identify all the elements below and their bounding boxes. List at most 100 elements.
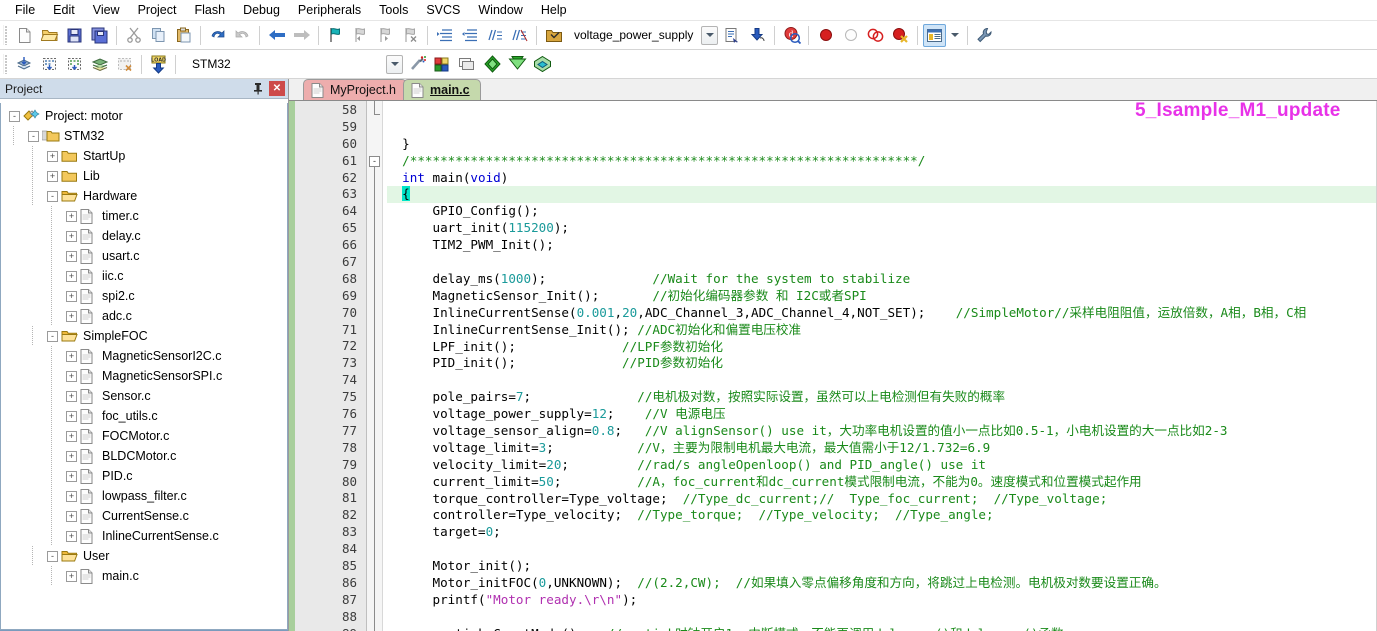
code-line[interactable]: voltage_limit=3; //V，主要为限制电机最大电流，最大值需小于1… (387, 440, 1377, 457)
tree-node-lib[interactable]: + Lib (1, 166, 287, 186)
tree-node-sensor-c[interactable]: + Sensor.c (1, 386, 287, 406)
save-all-icon[interactable] (88, 24, 111, 47)
code-line[interactable]: TIM2_PWM_Init(); (387, 237, 1377, 254)
tree-expand-toggle[interactable]: + (66, 410, 77, 422)
tree-expand-toggle[interactable]: + (66, 390, 77, 402)
enable-breakpoint-icon[interactable] (839, 24, 862, 47)
menu-item-help[interactable]: Help (532, 0, 576, 20)
tree-node-bldcmotor-c[interactable]: + BLDCMotor.c (1, 446, 287, 466)
tree-node-main-c[interactable]: + main.c (1, 566, 287, 586)
manage-project-items-icon[interactable] (431, 53, 454, 76)
code-line[interactable] (387, 609, 1377, 626)
project-tree[interactable]: - Project: motor - STM32 + StartUp + Lib - Hardwa… (0, 99, 288, 631)
kill-all-breakpoints-icon[interactable] (889, 24, 912, 47)
tree-node-timer-c[interactable]: + timer.c (1, 206, 287, 226)
code-line[interactable] (387, 372, 1377, 389)
undo-icon[interactable] (206, 24, 229, 47)
tree-expand-toggle[interactable]: + (66, 490, 77, 502)
menu-item-file[interactable]: File (6, 0, 44, 20)
download-to-flash-icon[interactable]: LOAD (147, 53, 170, 76)
tree-node-usart-c[interactable]: + usart.c (1, 246, 287, 266)
menu-item-project[interactable]: Project (129, 0, 186, 20)
open-file-icon[interactable] (38, 24, 61, 47)
tree-node-simplefoc[interactable]: - SimpleFOC (1, 326, 287, 346)
build-target-icon[interactable] (38, 53, 61, 76)
code-line[interactable]: current_limit=50; //A，foc_current和dc_cur… (387, 474, 1377, 491)
tree-node-project-motor[interactable]: - Project: motor (1, 106, 287, 126)
code-line[interactable]: Motor_initFOC(0,UNKNOWN); //(2.2,CW); //… (387, 575, 1377, 592)
toolbar-grip-2[interactable] (3, 54, 9, 74)
tree-node-spi2-c[interactable]: + spi2.c (1, 286, 287, 306)
stop-build-icon[interactable] (113, 53, 136, 76)
code-line[interactable]: GPIO_Config(); (387, 203, 1377, 220)
bookmark-next-icon[interactable] (374, 24, 397, 47)
project-target-combo[interactable]: voltage_power_supply (568, 24, 719, 46)
tree-node-startup[interactable]: + StartUp (1, 146, 287, 166)
select-software-packs-icon[interactable] (531, 53, 554, 76)
code-line[interactable]: systick_CountMode(); //systick时钟开启1ms中断模… (387, 626, 1377, 631)
tree-expand-toggle[interactable]: + (66, 470, 77, 482)
bookmark-prev-icon[interactable] (349, 24, 372, 47)
menu-item-view[interactable]: View (84, 0, 129, 20)
outdent-icon[interactable] (458, 24, 481, 47)
code-line[interactable]: } (387, 136, 1377, 153)
tree-expand-toggle[interactable]: + (66, 270, 77, 282)
menu-item-edit[interactable]: Edit (44, 0, 84, 20)
close-icon[interactable]: ✕ (269, 81, 285, 96)
code-line[interactable] (387, 254, 1377, 271)
tree-node-stm32[interactable]: - STM32 (1, 126, 287, 146)
menu-item-window[interactable]: Window (469, 0, 531, 20)
tree-node-iic-c[interactable]: + iic.c (1, 266, 287, 286)
tree-node-adc-c[interactable]: + adc.c (1, 306, 287, 326)
editor-tab-myproject-h[interactable]: MyProject.h (303, 79, 407, 100)
insert-breakpoint-icon[interactable] (814, 24, 837, 47)
translate-file-icon[interactable] (13, 53, 36, 76)
tree-node-currentsense-c[interactable]: + CurrentSense.c (1, 506, 287, 526)
new-file-icon[interactable] (13, 24, 36, 47)
cut-icon[interactable] (122, 24, 145, 47)
batch-build-icon[interactable] (88, 53, 111, 76)
tree-node-magneticsensori2c-c[interactable]: + MagneticSensorI2C.c (1, 346, 287, 366)
configure-toolbar-icon[interactable] (973, 24, 996, 47)
configuration-wizard-icon[interactable] (721, 24, 744, 47)
save-icon[interactable] (63, 24, 86, 47)
bookmark-clear-icon[interactable] (399, 24, 422, 47)
code-line[interactable]: delay_ms(1000); //Wait for the system to… (387, 271, 1377, 288)
tree-collapse-toggle[interactable]: - (28, 130, 39, 142)
code-line[interactable]: MagneticSensor_Init(); //初始化编码器参数 和 I2C或… (387, 288, 1377, 305)
tree-node-hardware[interactable]: - Hardware (1, 186, 287, 206)
code-line[interactable]: Motor_init(); (387, 558, 1377, 575)
tree-expand-toggle[interactable]: + (66, 370, 77, 382)
tree-expand-toggle[interactable]: + (66, 530, 77, 542)
navigate-back-icon[interactable] (265, 24, 288, 47)
code-line[interactable]: voltage_sensor_align=0.8; //V alignSenso… (387, 423, 1377, 440)
menu-item-peripherals[interactable]: Peripherals (289, 0, 370, 20)
paste-icon[interactable] (172, 24, 195, 47)
multi-project-icon[interactable] (506, 53, 529, 76)
chevron-down-icon-2[interactable] (386, 54, 403, 74)
tree-expand-toggle[interactable]: + (66, 510, 77, 522)
debug-session-icon[interactable]: d (780, 24, 803, 47)
code-area[interactable]: 58 59 60 61 62 63 64 65 66 67 68 69 70 71 72 73 74 75 76 77… (289, 101, 1377, 631)
tree-expand-toggle[interactable]: + (47, 150, 58, 162)
manage-windows-icon[interactable] (923, 23, 947, 47)
code-line[interactable]: torque_controller=Type_voltage; //Type_d… (387, 491, 1377, 508)
comment-icon[interactable] (483, 24, 506, 47)
menu-item-flash[interactable]: Flash (185, 0, 234, 20)
tree-collapse-toggle[interactable]: - (47, 550, 58, 562)
tree-node-lowpass-filter-c[interactable]: + lowpass_filter.c (1, 486, 287, 506)
code-line[interactable]: /***************************************… (387, 153, 1377, 170)
code-line[interactable] (387, 541, 1377, 558)
toolbar-grip[interactable] (3, 25, 9, 45)
fold-column[interactable]: -- (367, 101, 383, 631)
tree-expand-toggle[interactable]: + (66, 210, 77, 222)
code-line[interactable]: printf("Motor ready.\r\n"); (387, 592, 1377, 609)
uncomment-icon[interactable] (508, 24, 531, 47)
tree-expand-toggle[interactable]: + (66, 350, 77, 362)
tree-node-delay-c[interactable]: + delay.c (1, 226, 287, 246)
tree-collapse-toggle[interactable]: - (47, 190, 58, 202)
code-line[interactable]: LPF_init(); //LPF参数初始化 (387, 339, 1377, 356)
copy-icon[interactable] (147, 24, 170, 47)
code-line[interactable]: InlineCurrentSense_Init(); //ADC初始化和偏置电压… (387, 322, 1377, 339)
code-line[interactable]: uart_init(115200); (387, 220, 1377, 237)
